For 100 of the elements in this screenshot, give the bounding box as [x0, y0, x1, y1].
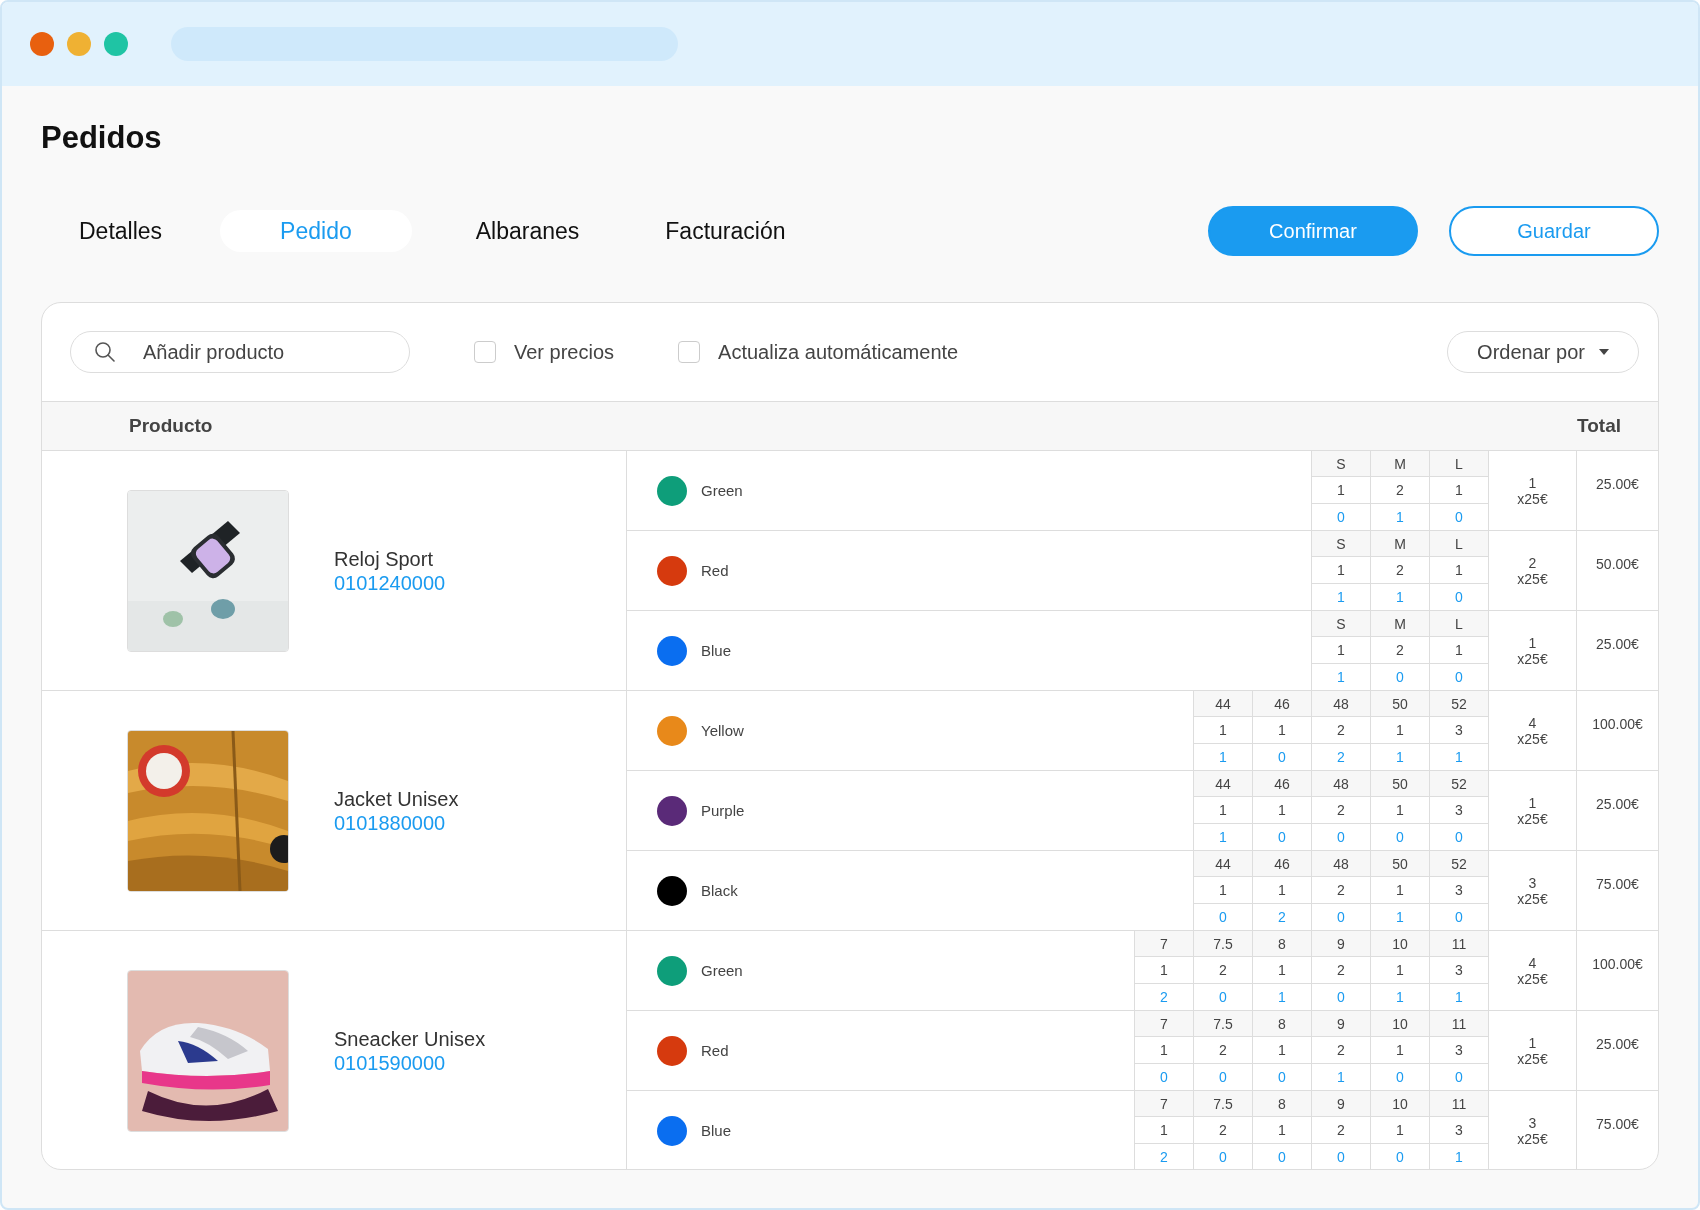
pending-quantity[interactable]: 0 — [1429, 504, 1488, 530]
pending-quantity[interactable]: 2 — [1134, 1144, 1193, 1169]
product-code-link[interactable]: 0101240000 — [334, 570, 446, 595]
pending-quantity[interactable]: 0 — [1252, 824, 1311, 850]
ordered-quantity: 2 — [1193, 1117, 1252, 1144]
checkbox[interactable] — [474, 341, 496, 363]
ordered-quantity: 1 — [1134, 1037, 1193, 1064]
ordered-quantity: 3 — [1429, 1037, 1488, 1064]
confirm-button[interactable]: Confirmar — [1208, 206, 1418, 256]
pending-quantity[interactable]: 0 — [1311, 504, 1370, 530]
pending-quantity[interactable]: 1 — [1370, 744, 1429, 770]
pending-quantity[interactable]: 0 — [1252, 744, 1311, 770]
product-name: Sneacker Unisex — [334, 1026, 486, 1051]
pending-quantity[interactable]: 1 — [1370, 984, 1429, 1010]
pending-quantity[interactable]: 0 — [1193, 984, 1252, 1010]
pending-quantity[interactable]: 1 — [1311, 584, 1370, 610]
ordered-quantity: 1 — [1252, 797, 1311, 824]
pending-quantity[interactable]: 0 — [1429, 1064, 1488, 1090]
size-label: 7 — [1134, 1091, 1193, 1117]
pending-quantity[interactable]: 0 — [1429, 904, 1488, 930]
ordered-quantity: 1 — [1429, 637, 1488, 664]
product-name: Reloj Sport — [334, 546, 434, 571]
product-code-link[interactable]: 0101590000 — [334, 1050, 486, 1075]
tab[interactable]: Facturación — [637, 210, 814, 252]
pending-quantity[interactable]: 0 — [1134, 1064, 1193, 1090]
ordered-quantity: 1 — [1311, 557, 1370, 584]
pending-quantity[interactable]: 2 — [1311, 744, 1370, 770]
pending-quantity[interactable]: 0 — [1193, 1064, 1252, 1090]
pending-quantity[interactable]: 0 — [1370, 824, 1429, 850]
ordered-quantity: 1 — [1370, 717, 1429, 744]
ordered-quantity: 1 — [1311, 637, 1370, 664]
column-header: Total — [1577, 415, 1621, 437]
color-name: Blue — [701, 1122, 732, 1139]
ordered-quantity: 2 — [1370, 637, 1429, 664]
line-total: 100.00€ — [1592, 955, 1643, 972]
ordered-quantity: 2 — [1370, 477, 1429, 504]
search-field[interactable]: Añadir producto — [70, 331, 410, 373]
column-header: Producto — [129, 415, 213, 437]
pending-quantity[interactable]: 2 — [1252, 904, 1311, 930]
size-label: 8 — [1252, 931, 1311, 957]
size-label: 11 — [1429, 1011, 1488, 1037]
pending-quantity[interactable]: 1 — [1370, 504, 1429, 530]
tab[interactable]: Detalles — [51, 210, 191, 252]
pending-quantity[interactable]: 0 — [1370, 1064, 1429, 1090]
ordered-quantity: 1 — [1370, 1117, 1429, 1144]
pending-quantity[interactable]: 0 — [1311, 824, 1370, 850]
unit-price: x25€ — [1517, 650, 1548, 667]
ordered-quantity: 2 — [1311, 797, 1370, 824]
pending-quantity[interactable]: 0 — [1370, 664, 1429, 690]
pending-quantity[interactable]: 1 — [1193, 744, 1252, 770]
size-label: S — [1311, 451, 1370, 477]
pending-quantity[interactable]: 0 — [1429, 824, 1488, 850]
pending-quantity[interactable]: 0 — [1429, 664, 1488, 690]
pending-quantity[interactable]: 1 — [1429, 984, 1488, 1010]
pending-quantity[interactable]: 1 — [1252, 984, 1311, 1010]
ordered-quantity: 2 — [1311, 717, 1370, 744]
pending-quantity[interactable]: 1 — [1370, 904, 1429, 930]
unit-price: x25€ — [1517, 810, 1548, 827]
page-title: Pedidos — [41, 119, 163, 157]
pending-quantity[interactable]: 1 — [1429, 1144, 1488, 1169]
pending-quantity[interactable]: 0 — [1429, 584, 1488, 610]
unit-price: x25€ — [1517, 490, 1548, 507]
size-label: 7.5 — [1193, 1091, 1252, 1117]
pending-quantity[interactable]: 0 — [1193, 1144, 1252, 1169]
size-label: 7 — [1134, 1011, 1193, 1037]
pending-quantity[interactable]: 0 — [1193, 904, 1252, 930]
save-button[interactable]: Guardar — [1449, 206, 1659, 256]
pending-quantity[interactable]: 1 — [1370, 584, 1429, 610]
pending-quantity[interactable]: 1 — [1311, 1064, 1370, 1090]
minimize-dot-icon[interactable] — [67, 32, 91, 56]
maximize-dot-icon[interactable] — [104, 32, 128, 56]
pending-quantity[interactable]: 2 — [1134, 984, 1193, 1010]
pending-quantity[interactable]: 0 — [1252, 1144, 1311, 1169]
sort-dropdown[interactable]: Ordenar por — [1447, 331, 1639, 373]
product-name: Jacket Unisex — [334, 786, 459, 811]
pending-quantity[interactable]: 1 — [1429, 744, 1488, 770]
pending-quantity[interactable]: 1 — [1193, 824, 1252, 850]
quantity: 3 — [1528, 1114, 1537, 1131]
line-total: 50.00€ — [1596, 555, 1639, 572]
checkbox[interactable] — [678, 341, 701, 363]
unit-price: x25€ — [1517, 970, 1548, 987]
ordered-quantity: 2 — [1370, 557, 1429, 584]
line-total: 100.00€ — [1592, 715, 1643, 732]
ordered-quantity: 3 — [1429, 797, 1488, 824]
pending-quantity[interactable]: 0 — [1311, 984, 1370, 1010]
pending-quantity[interactable]: 0 — [1311, 1144, 1370, 1169]
pending-quantity[interactable]: 0 — [1370, 1144, 1429, 1169]
close-dot-icon[interactable] — [30, 32, 54, 56]
tab[interactable]: Pedido — [220, 210, 412, 252]
pending-quantity[interactable]: 0 — [1252, 1064, 1311, 1090]
size-label: 48 — [1311, 851, 1370, 877]
tab[interactable]: Albaranes — [447, 210, 608, 252]
size-label: 7 — [1134, 931, 1193, 957]
color-name: Purple — [701, 802, 745, 819]
size-label: 50 — [1370, 851, 1429, 877]
pending-quantity[interactable]: 0 — [1311, 904, 1370, 930]
pending-quantity[interactable]: 1 — [1311, 664, 1370, 690]
ordered-quantity: 3 — [1429, 877, 1488, 904]
product-code-link[interactable]: 0101880000 — [334, 810, 459, 835]
quantity: 1 — [1528, 474, 1537, 491]
